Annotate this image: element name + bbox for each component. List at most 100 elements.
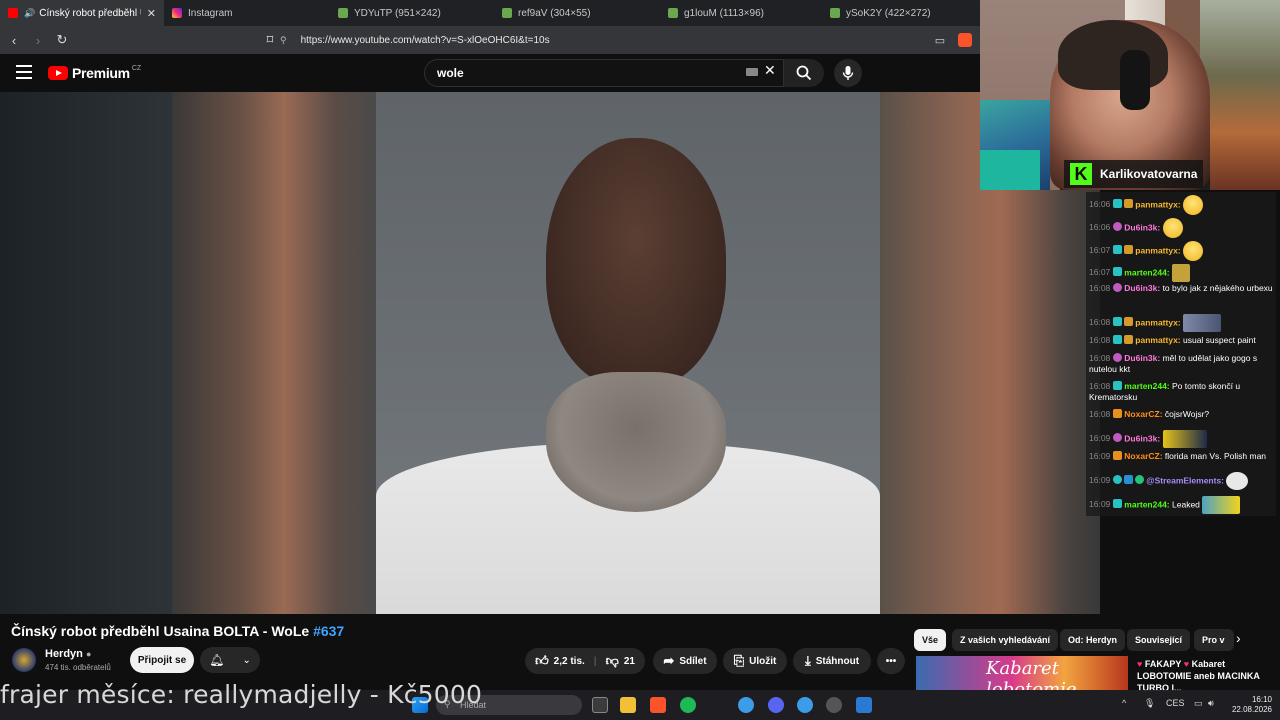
- tab-instagram[interactable]: Instagram: [164, 0, 330, 26]
- more-icon: •••: [885, 655, 897, 667]
- sub-badge-icon: [1113, 267, 1123, 277]
- more-actions-button[interactable]: •••: [877, 648, 905, 674]
- badge-icon: [1113, 283, 1123, 292]
- video-title: Čínský robot předběhl Usaina BOLTA - WoL…: [11, 623, 344, 639]
- menu-icon[interactable]: [16, 65, 32, 79]
- sub-badge-icon: [1113, 199, 1123, 209]
- download-button[interactable]: ⤓ Stáhnout: [793, 648, 871, 674]
- chat-message: 16:08 NoxarCZ: čojsrWojsr?: [1089, 409, 1274, 420]
- input-language[interactable]: CES: [1166, 698, 1185, 708]
- head: [546, 138, 726, 388]
- chip-from-searches[interactable]: Z vašich vyhledávání: [952, 629, 1059, 651]
- site-info-icon: ⚲: [280, 34, 287, 45]
- badge-icon: [1124, 335, 1134, 344]
- join-button[interactable]: Připojit se: [130, 647, 194, 673]
- share-button[interactable]: ➦ Sdílet: [653, 648, 717, 674]
- brave-browser-icon[interactable]: [650, 697, 666, 713]
- chip-all[interactable]: Vše: [914, 629, 947, 651]
- badge-icon: [1113, 222, 1123, 232]
- chat-message: 16:08 marten244: Po tomto skončí u Kremat…: [1089, 381, 1274, 403]
- youtube-logo[interactable]: Premium CZ: [48, 65, 141, 81]
- file-explorer-icon[interactable]: [620, 697, 636, 713]
- channel-avatar[interactable]: [12, 648, 36, 672]
- chat-user: marten244:: [1124, 381, 1170, 391]
- chat-user: panmattyx:: [1135, 335, 1181, 345]
- donation-ticker: frajer měsíce: reallymadjelly - Kč5000: [0, 680, 483, 709]
- verified-icon: ●: [85, 649, 92, 659]
- clock-time: 16:10: [1251, 695, 1272, 704]
- chat-time: 16:06: [1089, 199, 1111, 210]
- sad-face-emote-icon: [1183, 195, 1203, 215]
- streamer-hair: [1058, 20, 1168, 90]
- video-player[interactable]: [0, 92, 1100, 614]
- tab-image-1[interactable]: YDYuTP (951×242): [330, 0, 494, 26]
- app-icon[interactable]: [856, 697, 872, 713]
- app-icon[interactable]: [738, 697, 754, 713]
- tab-image-2[interactable]: ref9aV (304×55): [494, 0, 660, 26]
- stream-chat: 16:06 panmattyx: 16:06 Du6in3k: 16:07 panma…: [1086, 192, 1276, 516]
- settings-icon[interactable]: [826, 697, 842, 713]
- chat-message: 16:07 marten244:: [1089, 264, 1274, 282]
- heart-icon: ♥: [1137, 659, 1143, 669]
- tab-image-4[interactable]: ySoK2Y (422×272): [822, 0, 980, 26]
- chip-from-channel[interactable]: Od: Herdyn: [1060, 629, 1126, 651]
- emote-image: [1162, 430, 1207, 448]
- chip-label: Vše: [922, 635, 939, 645]
- channel-name[interactable]: Herdyn ●: [45, 648, 91, 660]
- heart-icon: ♥: [1183, 659, 1190, 669]
- like-icon[interactable]: 👍︎: [535, 653, 549, 669]
- chat-message: 16:08 Du6in3k: měl to udělat jako gogo s …: [1089, 353, 1274, 375]
- search-input[interactable]: wole: [424, 59, 784, 87]
- chevron-right-icon[interactable]: ›: [1236, 630, 1241, 646]
- save-button[interactable]: ⎘ Uložit: [723, 648, 787, 674]
- task-view-icon[interactable]: [592, 697, 608, 713]
- tab-youtube[interactable]: 🔊 Čínský robot předběhl Usaina ✕: [0, 0, 164, 26]
- screenshot-icon[interactable]: ▭: [930, 34, 950, 47]
- back-icon[interactable]: ‹: [4, 33, 24, 48]
- keyboard-icon[interactable]: [746, 68, 758, 76]
- volume-icon[interactable]: 🔊︎: [1208, 698, 1214, 709]
- sad-face-emote-icon: [1183, 241, 1203, 261]
- chat-time: 16:09: [1089, 475, 1111, 486]
- chat-time: 16:08: [1089, 317, 1111, 328]
- notifications-button[interactable]: 🔔︎ ⌄: [200, 647, 260, 673]
- like-dislike-group: 👍︎ 2,2 tis. | 👎︎ 21: [525, 648, 645, 674]
- search-button[interactable]: [784, 59, 824, 87]
- chip-for-you[interactable]: Pro v: [1194, 629, 1234, 651]
- forward-icon[interactable]: ›: [28, 33, 48, 48]
- address-bar[interactable]: ⚲ https://www.youtube.com/watch?v=S-xlOe…: [280, 30, 920, 50]
- system-clock[interactable]: 16:10 22.08.2026: [1222, 695, 1272, 715]
- reload-icon[interactable]: ↻: [52, 32, 72, 48]
- spotify-icon[interactable]: [680, 697, 696, 713]
- chat-time: 16:06: [1089, 222, 1111, 233]
- chat-time: 16:08: [1089, 409, 1111, 419]
- chip-related[interactable]: Související: [1127, 629, 1191, 651]
- chat-message: 16:08 Du6in3k: to bylo jak z nějakého urb…: [1089, 283, 1274, 294]
- tab-image-3[interactable]: g1louM (1113×96): [660, 0, 822, 26]
- discord-icon[interactable]: [768, 697, 784, 713]
- close-tab-icon[interactable]: ✕: [141, 7, 156, 20]
- chat-user: NoxarCZ:: [1124, 451, 1163, 461]
- app-icon[interactable]: [797, 697, 813, 713]
- voice-search-button[interactable]: [834, 59, 862, 87]
- recommended-thumbnail[interactable]: Kabaret lobotomie: [916, 656, 1128, 690]
- chat-message: 16:08 panmattyx: usual suspect paint: [1089, 335, 1274, 346]
- youtube-header: Premium CZ wole ✕: [0, 54, 980, 92]
- dislike-icon[interactable]: 👎︎: [606, 653, 619, 669]
- recommended-title[interactable]: ♥ FAKAPY ♥ Kabaret LOBOTOMIE aneb MACINK…: [1137, 658, 1277, 694]
- like-count[interactable]: 2,2 tis.: [554, 656, 585, 667]
- video-hashtag[interactable]: #637: [313, 623, 344, 639]
- clear-search-icon[interactable]: ✕: [764, 62, 776, 79]
- network-icon[interactable]: ▭: [1194, 698, 1203, 709]
- chevron-up-icon[interactable]: ^: [1122, 698, 1126, 708]
- video-backdrop: [0, 92, 172, 614]
- bookmark-icon[interactable]: ⌑: [260, 32, 280, 48]
- tab-label: ySoK2Y (422×272): [846, 7, 931, 19]
- microphone-icon: [842, 66, 854, 80]
- dislike-count[interactable]: 21: [624, 656, 635, 667]
- microphone-icon[interactable]: 🎙︎: [1144, 698, 1155, 709]
- search-icon: [796, 65, 812, 81]
- brave-shield-icon[interactable]: [958, 33, 972, 47]
- badge-icon: [1124, 245, 1134, 255]
- chat-time: 16:08: [1089, 335, 1111, 345]
